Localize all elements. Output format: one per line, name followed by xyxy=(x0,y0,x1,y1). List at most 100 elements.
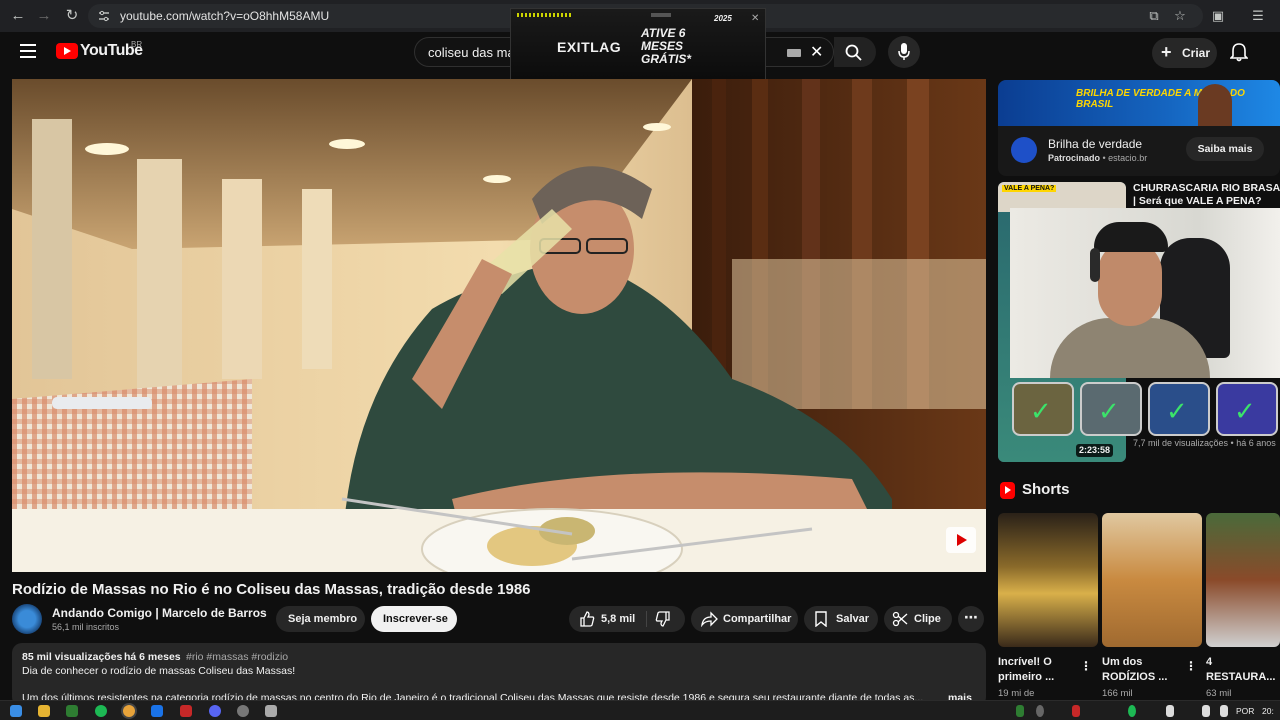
check-badge-icon: ✓ xyxy=(1148,382,1210,436)
video-title: Rodízio de Massas no Rio é no Coliseu da… xyxy=(12,581,531,598)
bookmark-star-icon[interactable]: ☆ xyxy=(1170,6,1190,26)
search-icon xyxy=(845,44,862,61)
plus-icon: + xyxy=(1161,42,1172,62)
clear-search-icon[interactable]: ✕ xyxy=(810,42,823,62)
overlay-ad-banner[interactable]: EXITLAG ATIVE 6 MESES GRÁTIS* 2025 ✕ xyxy=(510,8,766,80)
short-title[interactable]: Um dos RODÍZIOS ... xyxy=(1102,655,1167,685)
chrome-icon[interactable] xyxy=(123,705,135,717)
video-player[interactable] xyxy=(12,79,986,572)
like-button[interactable]: 5,8 mil xyxy=(569,606,685,632)
sponsored-label: Patrocinado xyxy=(1048,153,1101,163)
app-icon[interactable] xyxy=(237,705,249,717)
search-query[interactable]: coliseu das ma xyxy=(428,45,515,60)
short-thumbnail[interactable] xyxy=(1206,513,1280,647)
spotify-icon[interactable] xyxy=(95,705,107,717)
browser-menu-icon[interactable]: ☰ xyxy=(1248,6,1268,26)
check-badge-icon: ✓ xyxy=(1216,382,1278,436)
share-icon xyxy=(701,611,718,627)
subscribe-label: Inscrever-se xyxy=(383,613,448,625)
extensions-icon[interactable]: ▣ xyxy=(1208,6,1228,26)
video-description[interactable]: 85 mil visualizações há 6 meses #rio #ma… xyxy=(12,643,986,707)
share-label: Compartilhar xyxy=(723,613,792,625)
achievement-badges: ✓ ✓ ✓ ✓ xyxy=(1010,380,1280,438)
more-vert-icon[interactable]: ⋮ xyxy=(1185,659,1197,673)
bookmark-icon xyxy=(815,611,827,627)
microphone-icon xyxy=(898,43,910,60)
file-explorer-icon[interactable] xyxy=(38,705,50,717)
network-icon[interactable] xyxy=(1202,705,1210,717)
save-label: Salvar xyxy=(836,613,870,625)
tray-icon[interactable] xyxy=(1128,705,1136,717)
country-code: BR xyxy=(131,40,143,49)
clip-button[interactable]: Clipe xyxy=(884,606,952,632)
discord-icon[interactable] xyxy=(209,705,221,717)
shorts-heading: Shorts xyxy=(1022,481,1070,498)
search-button[interactable] xyxy=(834,37,876,67)
join-label: Seja membro xyxy=(288,613,358,625)
thumbs-up-icon xyxy=(580,611,595,627)
volume-icon[interactable] xyxy=(1220,705,1228,717)
hamburger-menu-icon[interactable] xyxy=(20,44,36,58)
overlay-ad-offer: ATIVE 6 MESES GRÁTIS* xyxy=(641,26,692,66)
description-line: Dia de conhecer o rodízio de massas Coli… xyxy=(22,665,296,677)
join-membership-button[interactable]: Seja membro xyxy=(276,606,365,632)
app-icon[interactable] xyxy=(265,705,277,717)
learn-more-button[interactable]: Saiba mais xyxy=(1186,137,1264,161)
forward-icon[interactable]: → xyxy=(34,6,54,26)
app-icon[interactable] xyxy=(180,705,192,717)
more-dots-icon: ⋯ xyxy=(964,609,978,625)
clip-label: Clipe xyxy=(914,613,941,625)
os-taskbar: POR 20: xyxy=(0,700,1280,720)
channel-avatar[interactable] xyxy=(12,604,42,634)
voice-search-button[interactable] xyxy=(888,36,920,68)
tray-icon[interactable] xyxy=(1072,705,1080,717)
streamer-webcam-overlay xyxy=(1010,208,1280,378)
overlay-ad-year: 2025 xyxy=(714,14,732,23)
more-actions-button[interactable]: ⋯ xyxy=(958,606,984,632)
hashtags[interactable]: #rio #massas #rodizio xyxy=(186,651,288,663)
recommended-video-title[interactable]: CHURRASCARIA RIO BRASA | Será que VALE A… xyxy=(1133,182,1280,208)
sidebar-ad-card[interactable]: BRILHA DE VERDADE A MAIOR DO BRASIL Bril… xyxy=(998,80,1280,176)
share-button[interactable]: Compartilhar xyxy=(691,606,798,632)
tray-icon[interactable] xyxy=(1016,705,1024,717)
create-label: Criar xyxy=(1182,46,1211,60)
microphone-tray-icon[interactable] xyxy=(1166,705,1174,717)
youtube-logo-icon[interactable] xyxy=(56,43,78,59)
clock[interactable]: 20: xyxy=(1262,706,1274,716)
video-duration: 2:23:58 xyxy=(1076,444,1114,457)
subscribe-button[interactable]: Inscrever-se xyxy=(371,606,457,632)
site-settings-icon[interactable] xyxy=(98,10,110,22)
short-title[interactable]: 4 RESTAURA... xyxy=(1206,655,1275,685)
like-count: 5,8 mil xyxy=(601,613,636,625)
short-title[interactable]: Incrível! Oprimeiro ... xyxy=(998,655,1054,685)
channel-name[interactable]: Andando Comigo | Marcelo de Barros xyxy=(52,606,267,620)
close-icon[interactable]: ✕ xyxy=(751,13,759,24)
more-vert-icon[interactable]: ⋮ xyxy=(1080,659,1092,673)
tray-icon[interactable] xyxy=(1036,705,1044,717)
keyboard-icon[interactable] xyxy=(787,49,801,57)
ad-banner-text: BRILHA DE VERDADE A MAIOR DO BRASIL xyxy=(1076,88,1245,110)
back-icon[interactable]: ← xyxy=(8,6,28,26)
thumbnail-text: VALE A PENA? xyxy=(1002,185,1057,192)
input-language[interactable]: POR xyxy=(1236,706,1254,716)
app-icon[interactable] xyxy=(151,705,163,717)
short-thumbnail[interactable] xyxy=(1102,513,1202,647)
scissors-icon xyxy=(892,611,908,627)
start-menu-icon[interactable] xyxy=(10,705,22,717)
url-text[interactable]: youtube.com/watch?v=oO8hhM58AMU xyxy=(120,9,329,23)
reload-icon[interactable]: ↻ xyxy=(62,6,82,26)
short-thumbnail[interactable] xyxy=(998,513,1098,647)
channel-watermark-icon[interactable] xyxy=(946,527,976,553)
create-button[interactable]: + Criar xyxy=(1152,38,1217,68)
notifications-bell-icon[interactable] xyxy=(1230,42,1248,62)
save-button[interactable]: Salvar xyxy=(804,606,878,632)
install-app-icon[interactable]: ⧉ xyxy=(1144,6,1164,26)
ad-title[interactable]: Brilha de verdade xyxy=(1048,137,1142,151)
thumbs-down-icon[interactable] xyxy=(655,611,671,627)
app-icon[interactable] xyxy=(66,705,78,717)
check-badge-icon: ✓ xyxy=(1080,382,1142,436)
ad-banner-image[interactable]: BRILHA DE VERDADE A MAIOR DO BRASIL xyxy=(998,80,1280,126)
view-count: 85 mil visualizações xyxy=(22,651,123,663)
short-views: 166 mil xyxy=(1102,688,1133,699)
ad-sponsor-line: Patrocinado • estacio.br xyxy=(1048,153,1148,163)
